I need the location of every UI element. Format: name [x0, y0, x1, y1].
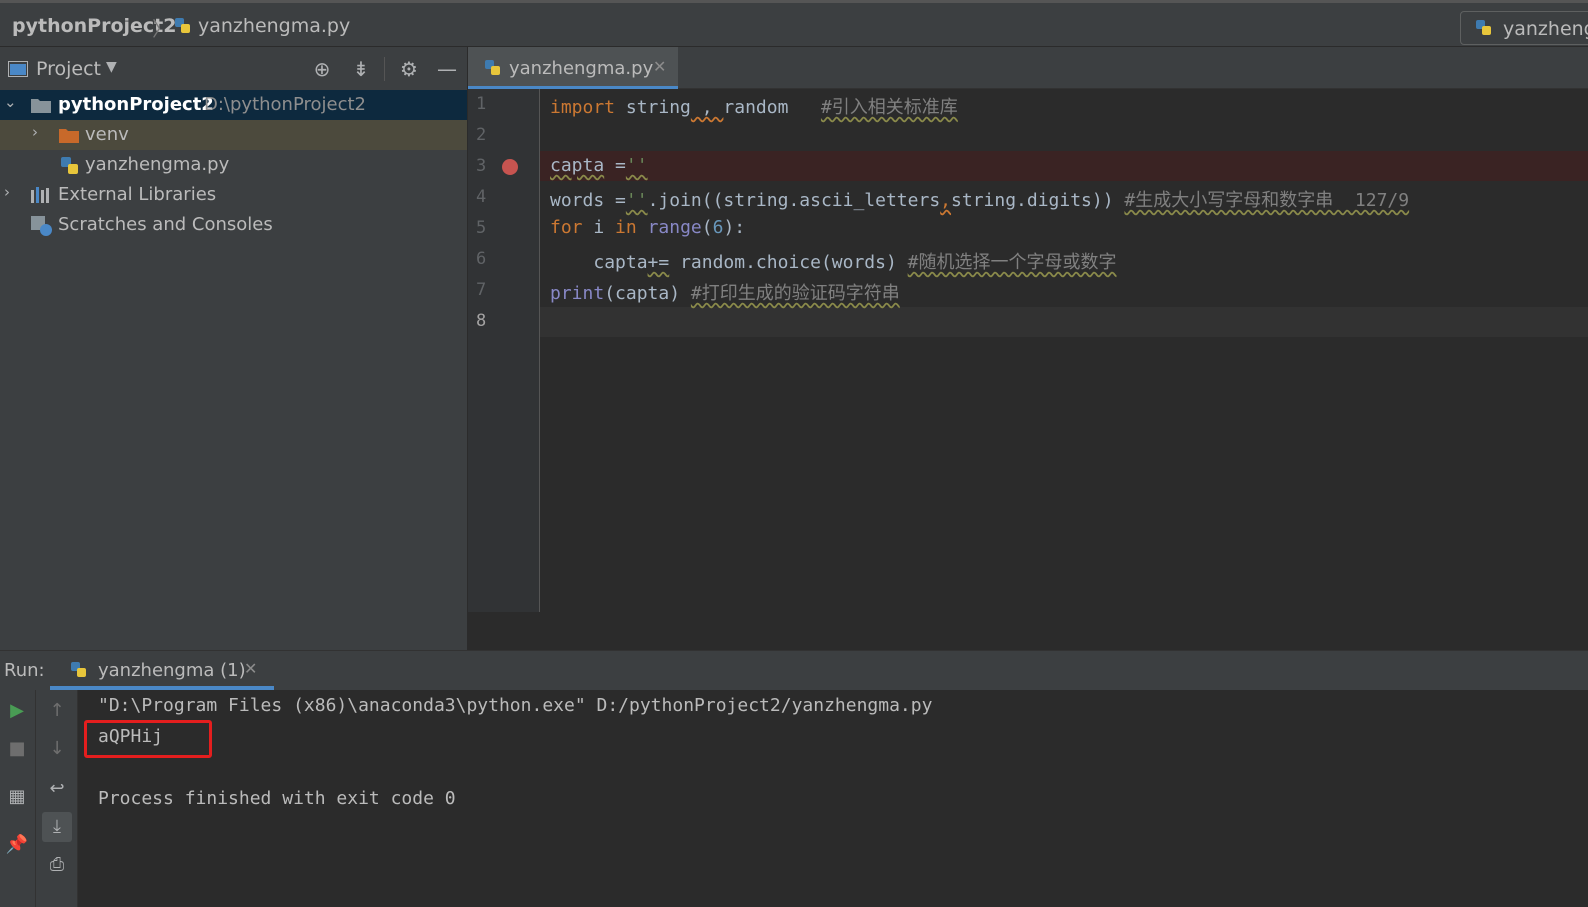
chevron-down-icon[interactable]: ▼: [106, 59, 117, 75]
run-panel-label: Run:: [4, 660, 45, 681]
python-file-icon: [70, 661, 88, 683]
code-line-3: capta ='': [550, 155, 648, 176]
editor-tab-yanzhengma[interactable]: yanzhengma.py ✕: [468, 47, 678, 89]
breadcrumb-file[interactable]: yanzhengma.py: [198, 15, 350, 37]
code-line-6: capta+= random.choice(words) #随机选择一个字母或数…: [593, 252, 1117, 273]
arrow-down-icon[interactable]: ↓: [42, 734, 72, 764]
tab-label: yanzhengma.py: [509, 58, 654, 79]
project-panel-header: Project ▼ ⊕ ⇟ ⚙ —: [0, 47, 467, 92]
line-number: 7: [476, 280, 487, 300]
tree-item-scratches[interactable]: Scratches and Consoles: [0, 210, 467, 240]
console-line-result: aQPHij: [98, 726, 164, 747]
close-icon[interactable]: ✕: [244, 659, 257, 678]
libraries-icon: [30, 186, 52, 209]
code-line-1: import string , random #引入相关标准库: [550, 97, 958, 118]
console-line: "D:\Program Files (x86)\anaconda3\python…: [98, 695, 933, 716]
run-tab-label: yanzhengma (1): [98, 660, 246, 681]
code-editor[interactable]: import string , random #引入相关标准库 capta ='…: [540, 89, 1588, 612]
folder-icon: [30, 96, 52, 119]
run-configuration-label: yanzhengma: [1503, 18, 1588, 40]
editor-status-strip: [468, 612, 1588, 650]
code-line-7: print(capta) #打印生成的验证码字符串: [550, 283, 900, 304]
tree-item-yanzhengma-file[interactable]: yanzhengma.py: [0, 150, 467, 180]
tree-item-path: D:\pythonProject2: [204, 94, 366, 115]
stop-icon[interactable]: ■: [2, 734, 32, 764]
run-toolbar-primary: ▶ ■ ▦ 📌: [0, 690, 36, 907]
breakpoint-icon[interactable]: [502, 159, 518, 175]
minimize-icon[interactable]: —: [433, 55, 461, 83]
run-toolbar-secondary: ↑ ↓ ↩ ⤓ ⎙: [36, 690, 78, 907]
code-line-4: words =''.join((string.ascii_letters,str…: [550, 190, 1410, 211]
tree-item-label: pythonProject2: [58, 94, 214, 115]
run-panel-header: Run: yanzhengma (1) ✕: [0, 650, 1588, 690]
code-line-5: for i in range(6):: [550, 217, 746, 238]
line-number: 4: [476, 187, 487, 207]
breadcrumb-separator-icon: 〉: [152, 17, 172, 41]
line-number: 1: [476, 94, 487, 114]
tree-item-venv[interactable]: › venv: [0, 120, 467, 150]
tree-item-label: Scratches and Consoles: [58, 214, 273, 235]
gear-icon[interactable]: ⚙: [395, 55, 423, 83]
arrow-up-icon[interactable]: ↑: [42, 696, 72, 726]
soft-wrap-icon[interactable]: ↩: [42, 774, 72, 804]
editor-tab-bar: yanzhengma.py ✕: [468, 47, 1588, 89]
print-icon[interactable]: ⎙: [42, 850, 72, 880]
editor-gutter: 1 2 3 4 5 6 7 8: [468, 89, 540, 612]
close-icon[interactable]: ✕: [653, 57, 666, 76]
toolbar-divider: [384, 57, 385, 81]
line-number: 2: [476, 125, 487, 145]
line-number: 5: [476, 218, 487, 238]
tree-item-external-libraries[interactable]: › External Libraries: [0, 180, 467, 210]
python-file-icon: [60, 156, 80, 181]
project-view-icon: [8, 61, 28, 81]
folder-icon: [58, 126, 80, 149]
chevron-down-icon[interactable]: ⌄: [4, 93, 17, 111]
tree-item-label: venv: [85, 124, 129, 145]
collapse-all-icon[interactable]: ⇟: [347, 55, 375, 83]
project-view-selector[interactable]: Project: [36, 58, 101, 80]
console-line: Process finished with exit code 0: [98, 788, 456, 809]
breakpoint-line-highlight: [540, 151, 1588, 181]
python-file-icon: [484, 59, 502, 81]
rerun-icon[interactable]: ▶: [2, 696, 32, 726]
project-tool-window: Project ▼ ⊕ ⇟ ⚙ — ⌄ pythonProject2 D:\py…: [0, 47, 467, 650]
pin-icon[interactable]: 📌: [2, 830, 32, 860]
console-output[interactable]: "D:\Program Files (x86)\anaconda3\python…: [78, 690, 1588, 907]
navigation-bar: pythonProject2 〉 yanzhengma.py yanzhengm…: [0, 0, 1588, 47]
scratches-icon: [30, 215, 54, 242]
scroll-to-end-icon[interactable]: ⤓: [42, 812, 72, 842]
python-file-icon: [174, 17, 192, 39]
caret-line-highlight: [540, 307, 1588, 337]
tree-item-project-root[interactable]: ⌄ pythonProject2 D:\pythonProject2: [0, 90, 467, 120]
python-file-icon: [1475, 19, 1493, 41]
tree-item-label: yanzhengma.py: [85, 154, 230, 175]
layout-icon[interactable]: ▦: [2, 782, 32, 812]
chevron-right-icon[interactable]: ›: [4, 183, 10, 201]
locate-file-icon[interactable]: ⊕: [308, 55, 336, 83]
line-number: 8: [476, 311, 487, 331]
run-configuration-selector[interactable]: yanzhengma: [1460, 11, 1588, 45]
chevron-right-icon[interactable]: ›: [32, 123, 38, 141]
line-number: 6: [476, 249, 487, 269]
run-tab-yanzhengma[interactable]: yanzhengma (1) ✕: [50, 651, 274, 690]
tree-item-label: External Libraries: [58, 184, 217, 205]
